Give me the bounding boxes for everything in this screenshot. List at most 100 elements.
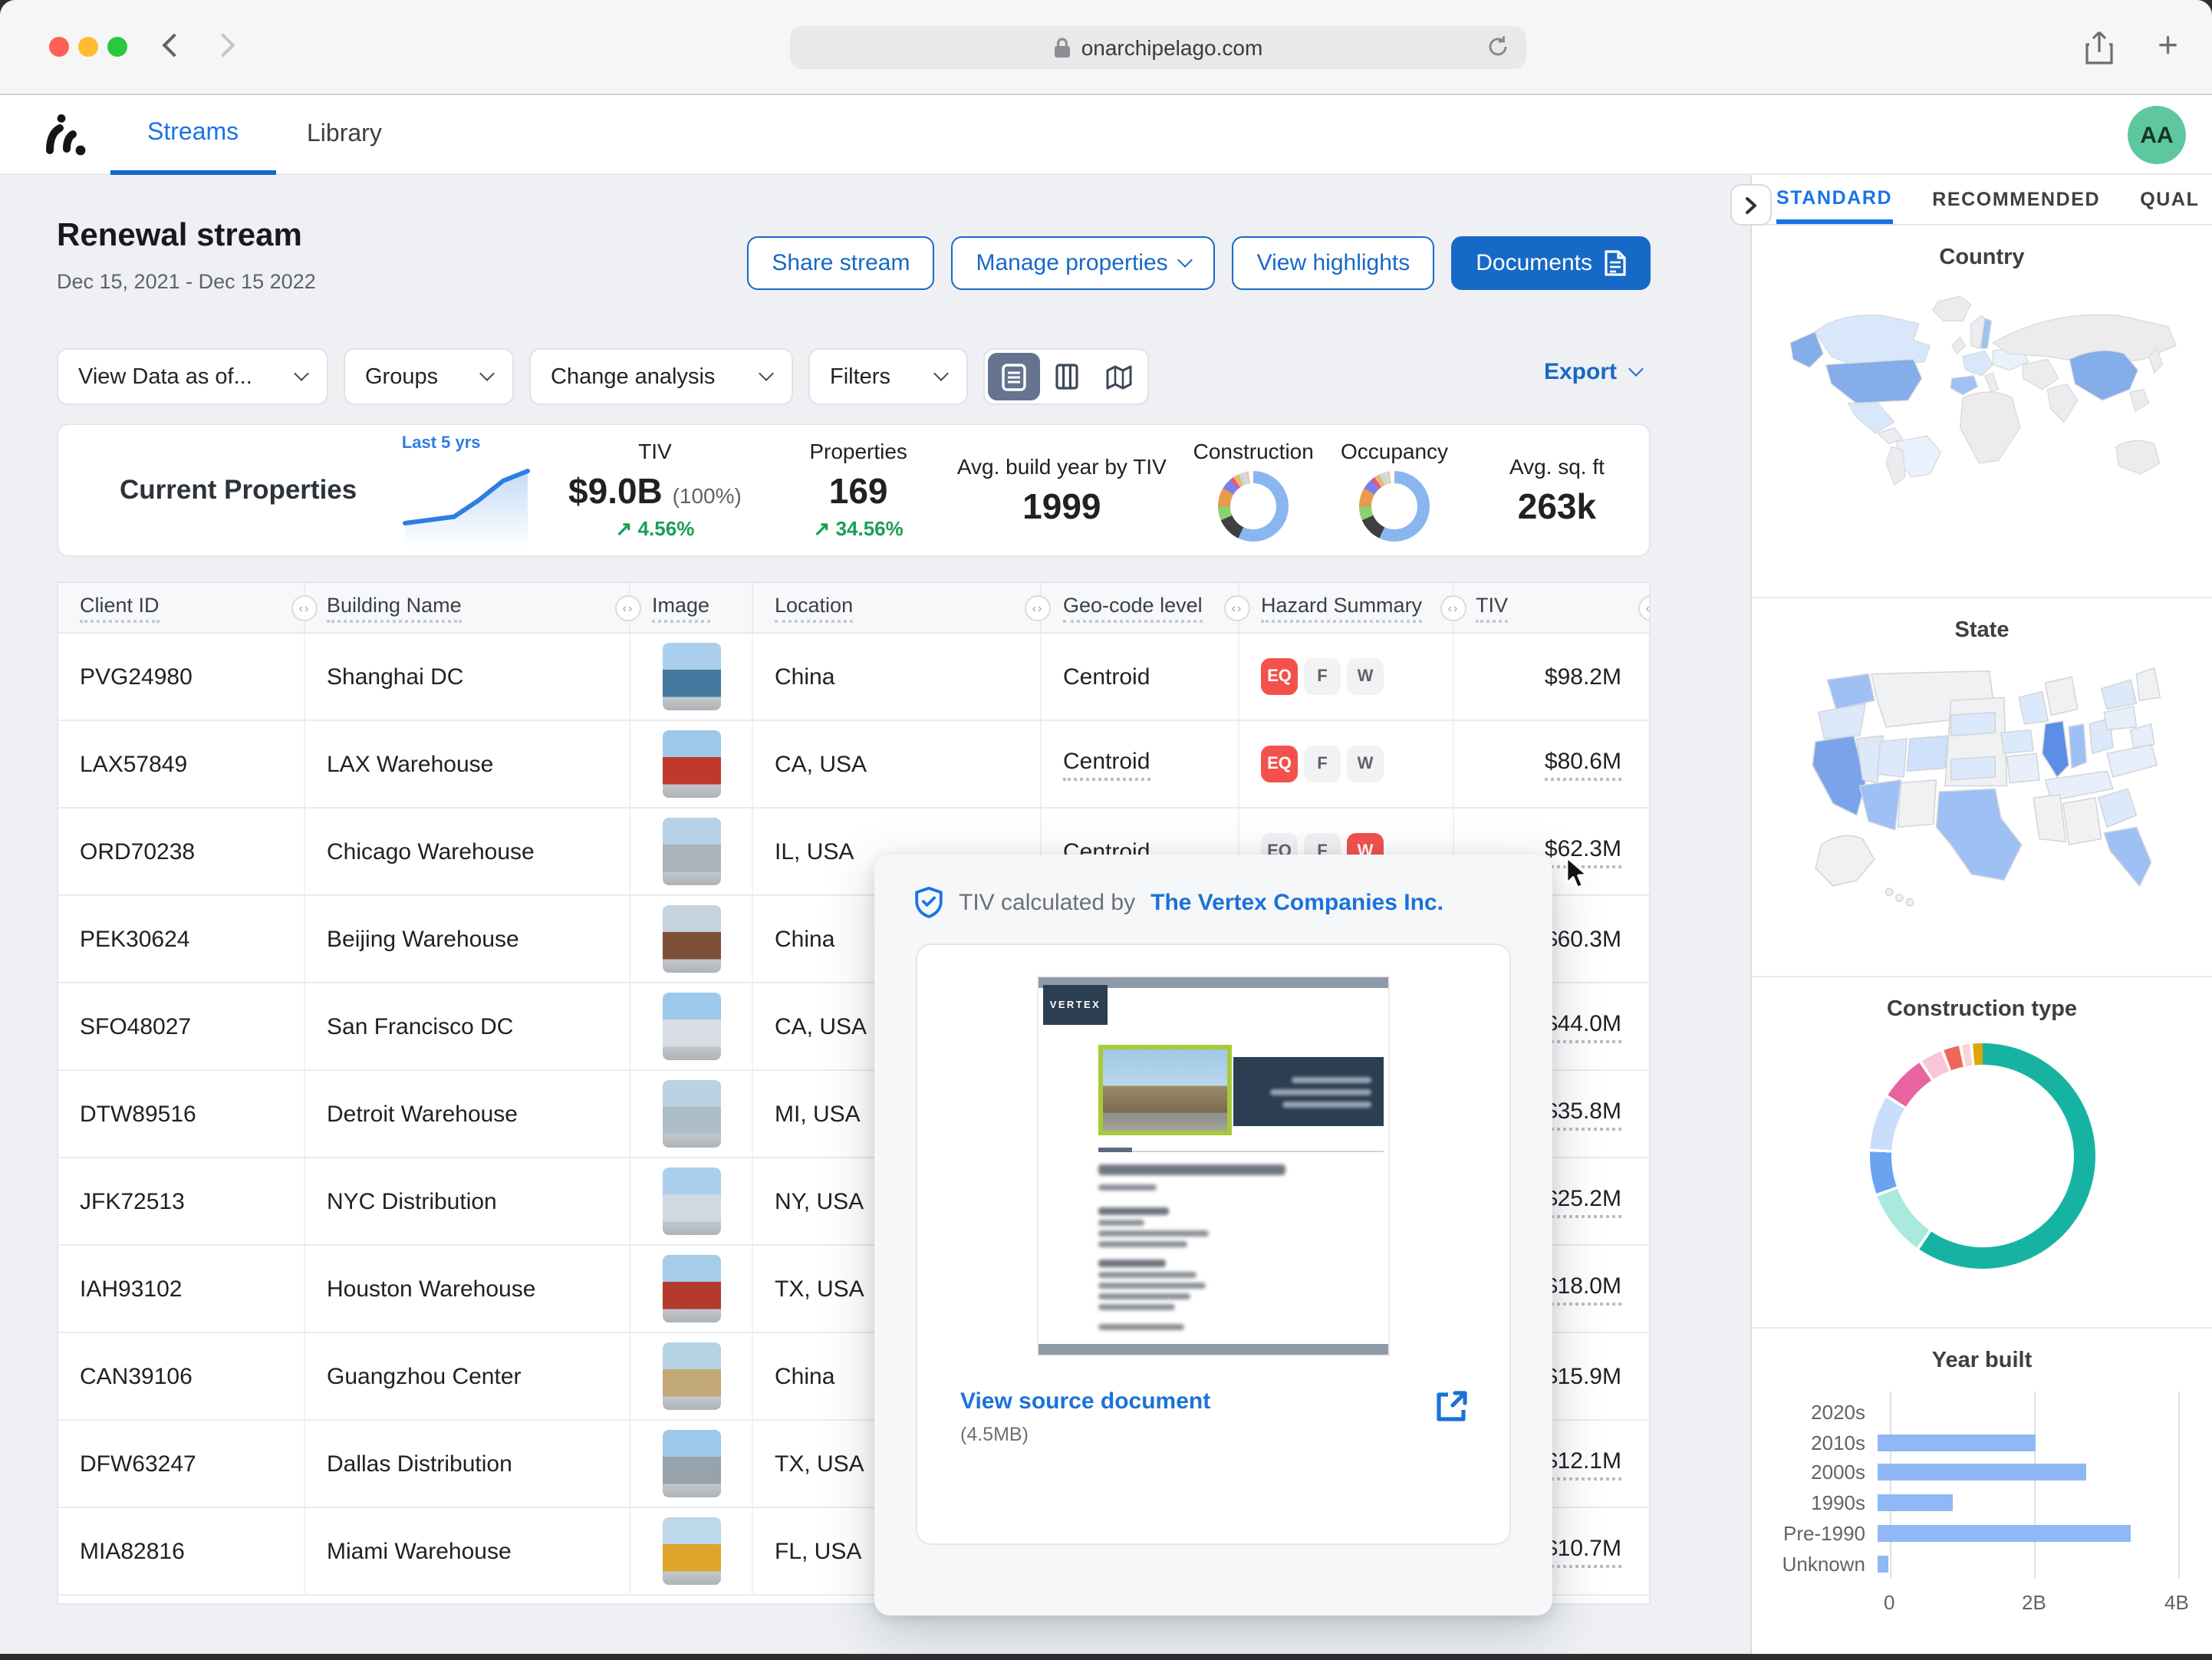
col-building-name[interactable]: Building Name [305,583,630,632]
change-analysis-label: Change analysis [551,364,715,389]
manage-properties-button[interactable]: Manage properties [952,236,1216,290]
cell-building-name: Chicago Warehouse [305,809,630,894]
screen: onarchipelago.com + Streams Library AA R… [0,0,2212,1660]
country-choropleth-map[interactable] [1776,285,2187,488]
sidebar-collapse-button[interactable] [1730,184,1772,226]
year-built-category: 2010s [1779,1431,1878,1454]
column-resize-handle[interactable]: ‹› [1224,595,1250,621]
tab-quality-label: QUAL [2140,189,2199,210]
hazard-badge-eq: EQ [1261,658,1298,695]
tab-streams[interactable]: Streams [110,95,275,175]
doc-divider-accent [1098,1148,1132,1152]
construction-type-donut[interactable] [1869,1043,2095,1269]
doc-divider [1098,1151,1384,1152]
cell-building-name: Guangzhou Center [305,1333,630,1419]
map-view-button[interactable] [1092,353,1144,400]
lock-icon [1054,37,1071,58]
chevron-down-icon [933,366,949,381]
tab-library[interactable]: Library [270,95,419,175]
construction-donut [1218,471,1289,542]
state-title: State [1752,598,2212,643]
geo-code-value: Centroid [1063,664,1150,690]
address-bar[interactable]: onarchipelago.com [790,26,1526,69]
year-built-bar [1878,1525,2130,1542]
x-tick: 0 [1884,1591,1894,1614]
table-view-button[interactable] [988,353,1040,400]
manage-properties-label: Manage properties [976,250,1168,276]
doc-redacted-line [1098,1324,1184,1329]
window-minimize-button[interactable] [78,37,98,57]
column-resize-handle[interactable]: ‹› [1025,595,1051,621]
col-client-id[interactable]: Client ID [58,583,305,632]
export-dropdown[interactable]: Export [1544,359,1641,385]
groups-dropdown[interactable]: Groups [344,348,514,405]
year-built-row: 2020s [1779,1398,2184,1427]
window-zoom-button[interactable] [107,37,127,57]
view-data-as-of-dropdown[interactable]: View Data as of... [57,348,328,405]
archipelago-logo[interactable] [43,114,89,156]
col-geo-code-level[interactable]: Geo-code level [1042,583,1239,632]
doc-redacted-line [1098,1230,1209,1236]
reload-icon[interactable] [1485,34,1511,60]
tiv-value: $98.2M [1545,664,1621,690]
property-photo [662,730,720,798]
year-built-row: Unknown [1779,1549,2184,1578]
tiv-value: $60.3M [1545,926,1621,952]
col-tiv[interactable]: TIV [1454,583,1651,632]
chevron-down-icon [759,366,774,381]
share-icon[interactable] [2085,31,2114,66]
page-title: Renewal stream [57,218,302,255]
popup-company-link[interactable]: The Vertex Companies Inc. [1150,889,1443,915]
documents-button[interactable]: Documents [1451,236,1651,290]
view-highlights-label: View highlights [1257,250,1410,276]
change-analysis-dropdown[interactable]: Change analysis [529,348,793,405]
new-tab-icon[interactable]: + [2158,25,2178,66]
filters-dropdown[interactable]: Filters [808,348,968,405]
doc-redacted-title [1098,1164,1285,1175]
toolbar: View Data as of... Groups Change analysi… [57,348,1149,405]
col-image[interactable]: Image [630,583,753,632]
cell-building-name: LAX Warehouse [305,721,630,807]
tab-quality[interactable]: QUAL [2140,175,2199,224]
column-resize-handle[interactable]: ‹› [1440,595,1466,621]
year-built-track [1878,1555,2172,1572]
document-preview[interactable]: VERTEX [1039,977,1388,1355]
cell-location: China [753,634,1042,720]
cell-geo-code: Centroid [1042,634,1239,720]
column-resize-handle[interactable]: ‹› [291,595,318,621]
view-source-document-link[interactable]: View source document [960,1388,1210,1415]
view-highlights-button[interactable]: View highlights [1233,236,1435,290]
table-row[interactable]: LAX57849LAX WarehouseCA, USACentroidEQFW… [58,721,1649,809]
insights-sidebar: STANDARD RECOMMENDED QUAL Country [1750,175,2212,1654]
table-row[interactable]: PVG24980Shanghai DCChinaCentroidEQFW$98.… [58,634,1649,721]
avatar[interactable]: AA [2128,106,2186,164]
year-built-chart[interactable]: 0 2B 4B 2020s2010s2000s1990sPre-1990Unkn… [1779,1392,2184,1622]
stats-heading: Current Properties [120,474,399,506]
share-stream-button[interactable]: Share stream [747,236,934,290]
documents-label: Documents [1476,250,1592,276]
column-resize-handle[interactable]: ‹› [615,595,641,621]
cell-client-id: DTW89516 [58,1071,305,1157]
browser-back-button[interactable] [162,33,186,57]
cell-client-id: MIA82816 [58,1508,305,1594]
property-photo [662,643,720,710]
popup-header: TIV calculated by The Vertex Companies I… [874,855,1552,940]
metric-occupancy: Occupancy [1324,439,1465,542]
construction-type-section: Construction type [1752,977,2212,1329]
sqft-value: 263k [1518,486,1596,527]
property-photo [662,1255,720,1322]
state-choropleth-map[interactable] [1798,655,2166,934]
columns-view-button[interactable] [1040,353,1092,400]
tab-standard[interactable]: STANDARD [1776,175,1892,224]
browser-forward-button[interactable] [211,33,235,57]
col-hazard-summary[interactable]: Hazard Summary [1239,583,1454,632]
tiv-value: $44.0M [1545,1010,1621,1042]
doc-redacted-line [1098,1220,1144,1225]
cell-image [630,1333,753,1419]
doc-redacted-line [1282,1101,1371,1107]
window-close-button[interactable] [49,37,69,57]
tab-recommended[interactable]: RECOMMENDED [1932,175,2100,224]
cell-image [630,1158,753,1244]
col-location[interactable]: Location [753,583,1042,632]
external-link-icon[interactable] [1433,1388,1470,1425]
